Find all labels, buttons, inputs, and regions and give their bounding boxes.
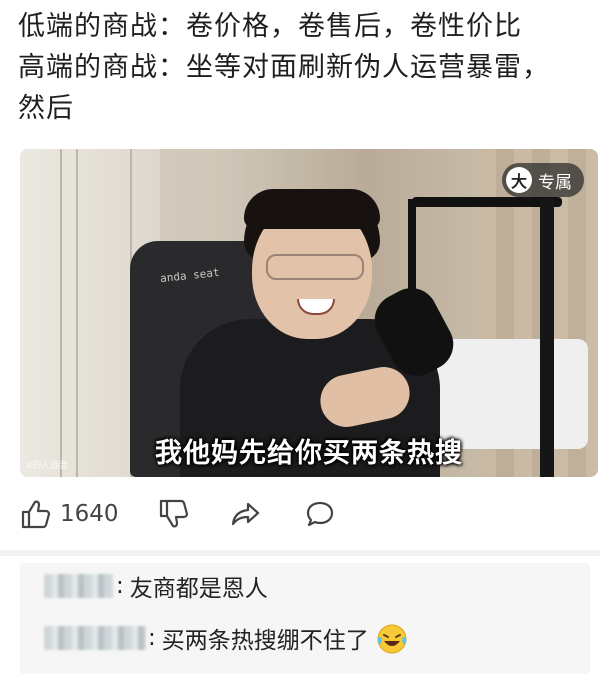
post-line-3: 然后 bbox=[18, 93, 74, 124]
action-bar: 1640 bbox=[20, 494, 590, 534]
comment-separator: : bbox=[116, 573, 124, 599]
like-count: 1640 bbox=[60, 501, 119, 527]
blurred-username bbox=[44, 574, 114, 598]
video-player[interactable]: anda seat 大 专属 我他妈先给你买两条热搜 X的人选音 bbox=[20, 149, 598, 477]
person-hair-top bbox=[244, 189, 380, 229]
post-line-1: 低端的商战：卷价格，卷售后，卷性价比 bbox=[18, 11, 522, 42]
comment-separator: : bbox=[148, 625, 156, 651]
comment-text: 友商都是恩人 bbox=[129, 576, 268, 602]
person-glasses bbox=[266, 254, 364, 280]
comment-preview-list[interactable]: : 友商都是恩人 : 买两条热搜绷不住了 bbox=[20, 563, 590, 674]
exclusive-badge-label: 专属 bbox=[538, 172, 572, 193]
comment-item[interactable]: : 友商都是恩人 bbox=[44, 566, 268, 606]
thumbs-down-icon bbox=[159, 499, 189, 528]
video-watermark: X的人选音 bbox=[26, 461, 69, 471]
laughing-tears-emoji bbox=[377, 624, 407, 654]
comment-text: 买两条热搜绷不住了 bbox=[161, 628, 369, 654]
da-icon: 大 bbox=[506, 167, 532, 193]
comment-item[interactable]: : 买两条热搜绷不住了 bbox=[44, 618, 409, 658]
post-line-2: 高端的商战：坐等对面刷新伪人运营暴雷， bbox=[18, 52, 550, 83]
chair-brand-text: anda seat bbox=[159, 265, 221, 286]
blurred-username bbox=[44, 626, 146, 650]
comment-button[interactable] bbox=[304, 494, 336, 534]
post-text: 低端的商战：卷价格，卷售后，卷性价比 高端的商战：坐等对面刷新伪人运营暴雷， 然… bbox=[18, 6, 588, 129]
share-button[interactable] bbox=[230, 494, 262, 534]
thumbs-up-icon bbox=[21, 500, 51, 529]
video-subtitle: 我他妈先给你买两条热搜 bbox=[155, 438, 463, 469]
exclusive-badge[interactable]: 大 专属 bbox=[502, 163, 584, 197]
like-button[interactable]: 1640 bbox=[20, 494, 119, 534]
share-icon bbox=[231, 502, 260, 526]
section-divider bbox=[0, 550, 600, 556]
comment-bubble-icon bbox=[306, 501, 334, 527]
dislike-button[interactable] bbox=[158, 494, 190, 534]
